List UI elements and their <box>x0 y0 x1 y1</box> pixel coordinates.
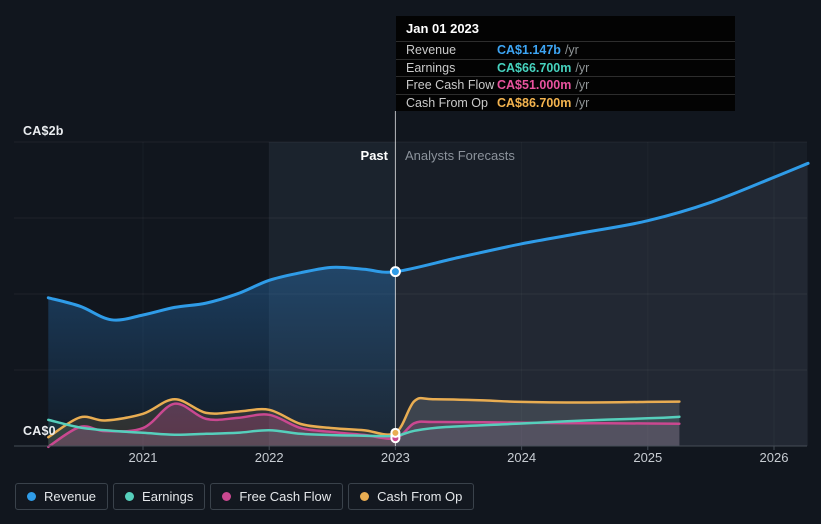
legend-item-revenue[interactable]: Revenue <box>15 483 109 510</box>
legend-item-label: Cash From Op <box>377 489 463 504</box>
tooltip-row-unit: /yr <box>575 60 590 75</box>
tooltip-row-value: CA$1.147b <box>497 43 561 58</box>
legend-item-earnings[interactable]: Earnings <box>113 483 206 510</box>
tooltip-row: Earnings CA$66.700m/yr <box>396 58 735 77</box>
tooltip-row-value: CA$66.700m <box>497 60 572 75</box>
tooltip-row: Revenue CA$1.147b/yr <box>396 41 735 59</box>
tooltip-row-label: Free Cash Flow <box>406 78 495 93</box>
tooltip-row-unit: /yr <box>564 43 579 58</box>
y-axis-label-2b: CA$2b <box>23 124 64 138</box>
tooltip-row-value: CA$86.700m <box>497 95 572 110</box>
tooltip-row-unit: /yr <box>575 78 590 93</box>
x-axis-tick-label: 2022 <box>254 450 284 465</box>
tooltip-row: Cash From Op CA$86.700m/yr <box>396 93 735 112</box>
y-axis-label-0: CA$0 <box>23 424 56 438</box>
tooltip-row-label: Revenue <box>406 43 457 58</box>
legend-dot-icon <box>222 492 232 501</box>
x-axis-tick-label: 2023 <box>380 450 410 465</box>
legend-item-free-cash-flow[interactable]: Free Cash Flow <box>210 483 344 510</box>
tooltip-row-value: CA$51.000m <box>497 78 572 93</box>
x-axis-tick-label: 2025 <box>633 450 663 465</box>
tooltip-row-label: Earnings <box>406 60 456 75</box>
analysts-forecasts-section-label: Analysts Forecasts <box>405 148 515 163</box>
hover-marker-revenue <box>389 266 401 278</box>
legend-item-cash-from-op[interactable]: Cash From Op <box>348 483 475 510</box>
legend-dot-icon <box>360 492 370 501</box>
tooltip-date: Jan 01 2023 <box>406 21 480 36</box>
legend-item-label: Revenue <box>44 489 97 504</box>
tooltip-row-label: Cash From Op <box>406 95 488 110</box>
earnings-revenue-chart: CA$2b CA$0 Past Analysts Forecasts 2021 2… <box>0 0 821 524</box>
x-axis-tick-label: 2026 <box>759 450 789 465</box>
x-axis-tick-label: 2021 <box>128 450 158 465</box>
tooltip-row-unit: /yr <box>575 95 590 110</box>
legend-dot-icon <box>27 492 36 501</box>
hover-tooltip: Jan 01 2023 Revenue CA$1.147b/yr Earnings C… <box>396 16 735 111</box>
x-axis-tick-label: 2024 <box>507 450 537 465</box>
past-section-label: Past <box>360 148 388 163</box>
chart-legend: Revenue Earnings Free Cash Flow Cash From O… <box>15 483 475 510</box>
tooltip-row: Free Cash Flow CA$51.000m/yr <box>396 76 735 94</box>
legend-item-label: Earnings <box>142 489 194 504</box>
hover-marker-cash-from-op <box>390 427 401 438</box>
legend-dot-icon <box>125 492 135 501</box>
legend-item-label: Free Cash Flow <box>239 489 332 504</box>
